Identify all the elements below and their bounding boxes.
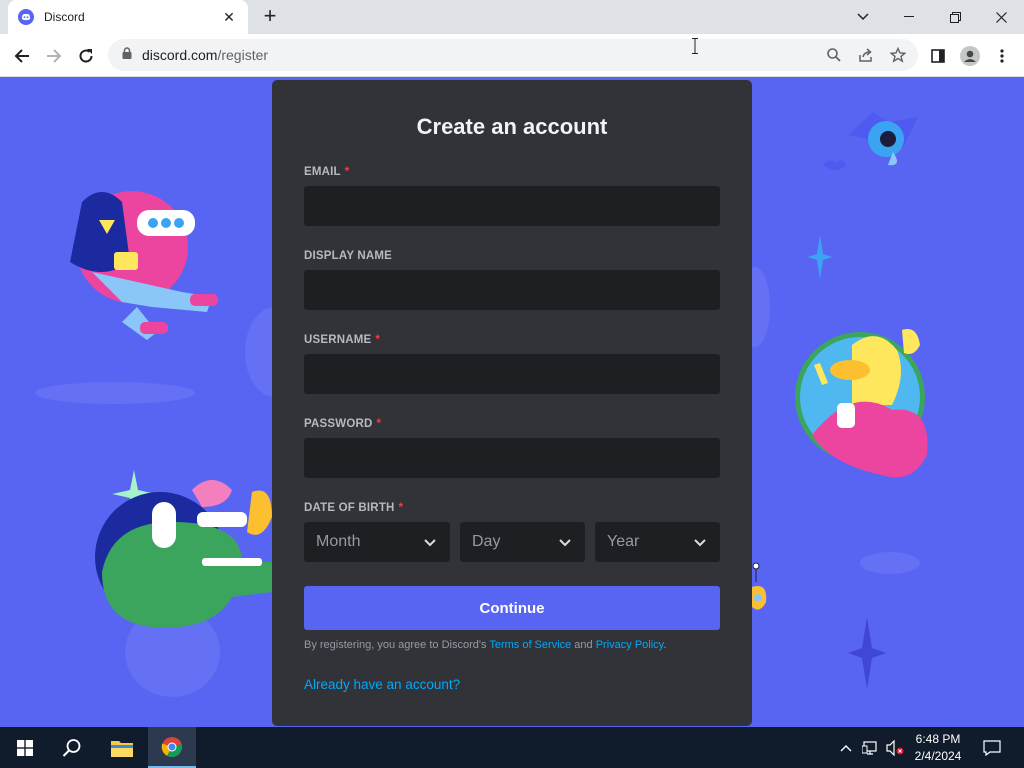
file-explorer-icon[interactable]	[100, 727, 144, 768]
tab-bar: Discord ✕ +	[0, 0, 1024, 34]
display-name-label-text: DISPLAY NAME	[304, 250, 393, 262]
page-title: Create an account	[416, 114, 608, 139]
day-select-value: Day	[472, 533, 501, 550]
year-select-value: Year	[607, 533, 640, 550]
page-background: Create an account EMAIL * DISPLAY NAME US…	[0, 77, 1024, 727]
chevron-down-icon	[692, 534, 708, 550]
minimize-icon[interactable]	[886, 0, 932, 34]
yellow-duck-illustration	[792, 325, 932, 485]
tab-search-chevron-down-icon[interactable]	[840, 0, 886, 34]
forward-icon[interactable]	[40, 42, 68, 70]
menu-icon[interactable]	[988, 42, 1016, 70]
hoodie-character-illustration	[62, 182, 222, 342]
profile-icon[interactable]	[956, 42, 984, 70]
password-label: PASSWORD *	[304, 418, 381, 430]
sidepanel-icon[interactable]	[924, 42, 952, 70]
required-marker: *	[376, 418, 382, 430]
sparkle-icon	[848, 617, 886, 689]
star-icon[interactable]	[889, 46, 907, 63]
required-marker: *	[344, 166, 350, 178]
notification-icon[interactable]	[976, 727, 1008, 768]
password-label-text: PASSWORD	[304, 418, 373, 430]
clock-date: 2/4/2024	[914, 749, 962, 763]
dob-label: DATE OF BIRTH *	[304, 502, 403, 514]
reload-icon[interactable]	[72, 42, 100, 70]
volume-muted-icon[interactable]	[884, 727, 906, 768]
share-icon[interactable]	[858, 47, 874, 63]
green-dino-illustration	[92, 462, 272, 637]
browser-chrome: Discord ✕ + discord.com/register	[0, 0, 1024, 77]
email-label-text: EMAIL	[304, 166, 341, 178]
cloud-decoration	[860, 552, 920, 574]
url-text: discord.com/register	[142, 47, 268, 63]
legal-and: and	[571, 639, 596, 651]
privacy-policy-link[interactable]: Privacy Policy	[596, 639, 664, 651]
new-tab-plus-icon[interactable]: +	[258, 4, 282, 28]
restore-icon[interactable]	[932, 0, 978, 34]
username-label-text: USERNAME	[304, 334, 372, 346]
taskbar-clock[interactable]: 6:48 PM 2/4/2024	[905, 731, 971, 765]
terms-of-service-link[interactable]: Terms of Service	[489, 639, 571, 651]
discord-favicon-icon	[18, 9, 34, 25]
windows-taskbar: 6:48 PM 2/4/2024	[0, 727, 1024, 768]
chevron-down-icon	[422, 534, 438, 550]
tab-close-icon[interactable]: ✕	[220, 9, 238, 26]
legal-text: By registering, you agree to Discord's T…	[304, 639, 720, 651]
username-field[interactable]	[304, 354, 720, 394]
email-field[interactable]	[304, 186, 720, 226]
dob-label-text: DATE OF BIRTH	[304, 502, 395, 514]
password-field[interactable]	[304, 438, 720, 478]
register-card: Create an account EMAIL * DISPLAY NAME US…	[272, 80, 752, 726]
month-select[interactable]: Month	[304, 522, 450, 562]
required-marker: *	[398, 502, 404, 514]
lock-icon[interactable]	[122, 46, 132, 64]
chrome-icon[interactable]	[148, 727, 196, 768]
month-select-value: Month	[316, 533, 361, 550]
day-select[interactable]: Day	[460, 522, 585, 562]
display-name-label: DISPLAY NAME	[304, 250, 392, 262]
sparkle-icon	[808, 235, 832, 279]
chevron-down-icon	[557, 534, 573, 550]
continue-button[interactable]: Continue	[304, 586, 720, 630]
email-label: EMAIL *	[304, 166, 349, 178]
search-icon[interactable]	[826, 47, 842, 63]
back-icon[interactable]	[8, 42, 36, 70]
address-bar[interactable]: discord.com/register	[108, 39, 918, 71]
snail-illustration	[750, 562, 770, 617]
clock-time: 6:48 PM	[915, 732, 961, 746]
cloud-decoration	[35, 382, 195, 404]
bat-character-illustration	[818, 107, 923, 177]
legal-prefix: By registering, you agree to Discord's	[304, 639, 490, 651]
url-host: discord.com	[142, 47, 218, 63]
required-marker: *	[375, 334, 381, 346]
chevron-up-icon[interactable]	[836, 727, 856, 768]
windows-start-icon[interactable]	[4, 727, 46, 768]
window-close-icon[interactable]	[978, 0, 1024, 34]
year-select[interactable]: Year	[595, 522, 720, 562]
browser-toolbar: discord.com/register	[0, 34, 1024, 77]
tab-discord[interactable]: Discord ✕	[8, 0, 248, 34]
already-have-account-link[interactable]: Already have an account?	[304, 677, 460, 692]
legal-suffix: .	[663, 639, 667, 651]
tab-title: Discord	[44, 10, 85, 24]
network-icon[interactable]	[860, 727, 882, 768]
display-name-field[interactable]	[304, 270, 720, 310]
text-cursor-icon	[692, 38, 698, 54]
url-path: /register	[217, 47, 269, 63]
username-label: USERNAME *	[304, 334, 380, 346]
taskbar-search-icon[interactable]	[50, 727, 94, 768]
